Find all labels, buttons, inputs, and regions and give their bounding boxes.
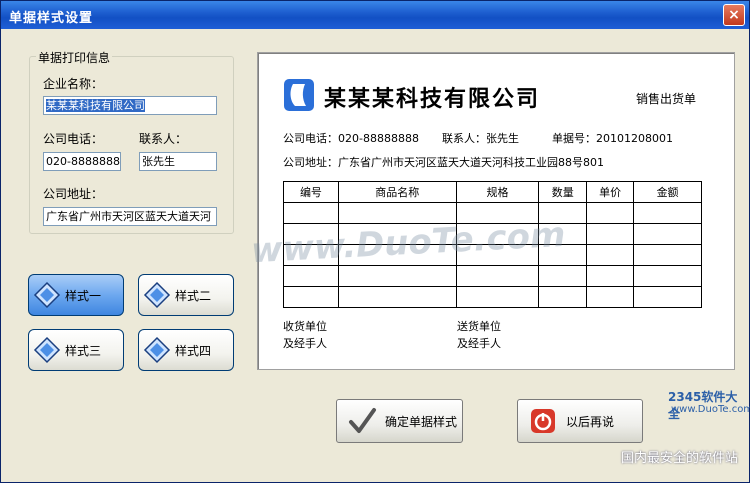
style-three-label: 样式三 [65, 343, 102, 358]
receiver-agent-label: 及经手人 [283, 337, 327, 350]
column-header: 编号 [283, 181, 339, 203]
contact-input[interactable]: 张先生 [139, 152, 217, 171]
style-one-button[interactable]: 样式一 [28, 274, 124, 316]
dialog-window: 单据样式设置 × 单据打印信息 企业名称： 某某某科技有限公司 公司电话： 联系… [0, 0, 750, 483]
company-name-value: 某某某科技有限公司 [46, 99, 145, 112]
receipt-preview: 某某某科技有限公司 销售出货单 公司电话：020-88888888 联系人：张先… [257, 52, 735, 370]
style-two-label: 样式二 [175, 288, 212, 303]
diamond-icon [143, 281, 171, 309]
preview-sender: 送货单位 及经手人 [457, 318, 501, 352]
brand-slogan: 国内最安全的软件站 [621, 451, 739, 466]
logo-shape-icon [290, 84, 306, 106]
phone-input[interactable]: 020-88888888 [43, 152, 121, 171]
print-info-legend: 单据打印信息 [36, 49, 113, 66]
address-input[interactable]: 广东省广州市天河区蓝天大道天河 [43, 207, 217, 226]
table-row [283, 265, 702, 287]
confirm-style-button[interactable]: 确定单据样式 [336, 399, 463, 443]
checkmark-icon [349, 408, 376, 433]
column-header: 单价 [586, 181, 635, 203]
phone-label: 公司电话： [43, 132, 104, 146]
column-header: 金额 [633, 181, 702, 203]
company-logo-icon [284, 79, 314, 111]
close-button[interactable]: × [723, 4, 745, 26]
diamond-icon [33, 336, 61, 364]
receiver-label: 收货单位 [283, 320, 327, 333]
confirm-style-label: 确定单据样式 [385, 414, 458, 429]
preview-doc-no: 单据号：20101208001 [552, 132, 673, 145]
preview-receiver: 收货单位 及经手人 [283, 318, 327, 352]
column-header: 规格 [455, 181, 540, 203]
brand-site: www.DuoTe.com [671, 404, 750, 415]
table-row [283, 286, 702, 308]
preview-address: 公司地址：广东省广州市天河区蓝天大道天河科技工业园88号801 [283, 156, 604, 169]
preview-contact: 联系人：张先生 [442, 132, 519, 145]
diamond-icon [33, 281, 61, 309]
diamond-icon [143, 336, 171, 364]
later-label: 以后再说 [566, 414, 615, 429]
style-four-label: 样式四 [175, 343, 212, 358]
column-header: 商品名称 [337, 181, 457, 203]
company-name-input[interactable]: 某某某科技有限公司 [43, 96, 217, 115]
style-three-button[interactable]: 样式三 [28, 329, 124, 371]
style-one-label: 样式一 [65, 288, 102, 303]
sender-label: 送货单位 [457, 320, 501, 333]
column-header: 数量 [538, 181, 588, 203]
preview-phone: 公司电话：020-88888888 [283, 132, 419, 145]
power-icon [531, 409, 555, 433]
style-two-button[interactable]: 样式二 [138, 274, 234, 316]
title-bar[interactable]: 单据样式设置 × [1, 1, 749, 29]
preview-company-name: 某某某科技有限公司 [324, 86, 541, 112]
sender-agent-label: 及经手人 [457, 337, 501, 350]
table-header-row: 编号 商品名称 规格 数量 单价 金额 [283, 181, 702, 203]
later-button[interactable]: 以后再说 [517, 399, 643, 443]
preview-doc-type: 销售出货单 [636, 92, 697, 106]
window-title: 单据样式设置 [9, 11, 94, 26]
style-four-button[interactable]: 样式四 [138, 329, 234, 371]
company-name-label: 企业名称： [43, 77, 104, 91]
contact-label: 联系人： [139, 132, 188, 146]
address-label: 公司地址： [43, 187, 104, 201]
